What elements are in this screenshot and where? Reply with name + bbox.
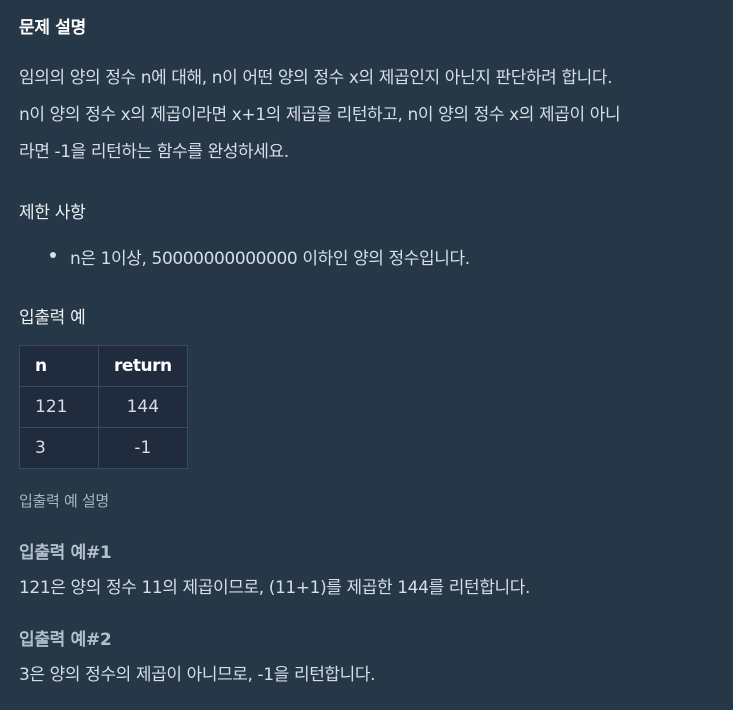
table-cell: -1 — [98, 427, 188, 469]
table-row: 121 144 — [19, 386, 188, 428]
table-cell: 121 — [19, 386, 99, 428]
statement-line: n이 양의 정수 x의 제곱이라면 x+1의 제곱을 리턴하고, n이 양의 정… — [19, 105, 621, 125]
constraints-list: n은 1이상, 50000000000000 이하인 양의 정수입니다. — [48, 244, 470, 269]
column-header-n: n — [19, 345, 99, 387]
example-1-heading: 입출력 예#1 — [19, 543, 112, 563]
problem-statement: 임의의 양의 정수 n에 대해, n이 어떤 양의 정수 x의 제곱인지 아닌지… — [19, 60, 719, 171]
example-2-heading: 입출력 예#2 — [19, 630, 112, 650]
section-title: 문제 설명 — [19, 18, 86, 38]
example-1-text: 121은 양의 정수 11의 제곱이므로, (11+1)를 제곱한 144를 리… — [19, 578, 530, 598]
statement-line: 임의의 양의 정수 n에 대해, n이 어떤 양의 정수 x의 제곱인지 아닌지… — [19, 68, 613, 88]
io-examples-table: n return 121 144 3 -1 — [19, 345, 188, 469]
io-description-heading: 입출력 예 설명 — [19, 492, 109, 510]
column-header-return: return — [98, 345, 188, 387]
statement-line: 라면 -1을 리턴하는 함수를 완성하세요. — [19, 142, 289, 162]
table-row: 3 -1 — [19, 427, 188, 469]
io-examples-heading: 입출력 예 — [19, 308, 86, 328]
list-item: n은 1이상, 50000000000000 이하인 양의 정수입니다. — [48, 244, 470, 269]
table-cell: 3 — [19, 427, 99, 469]
table-header-row: n return — [19, 345, 188, 387]
bullet-icon — [50, 252, 56, 258]
constraints-heading: 제한 사항 — [19, 203, 86, 223]
example-2-text: 3은 양의 정수의 제곱이 아니므로, -1을 리턴합니다. — [19, 665, 376, 685]
table-cell: 144 — [98, 386, 188, 428]
constraint-text: n은 1이상, 50000000000000 이하인 양의 정수입니다. — [70, 249, 470, 269]
problem-description-panel: 문제 설명 임의의 양의 정수 n에 대해, n이 어떤 양의 정수 x의 제곱… — [0, 0, 733, 710]
